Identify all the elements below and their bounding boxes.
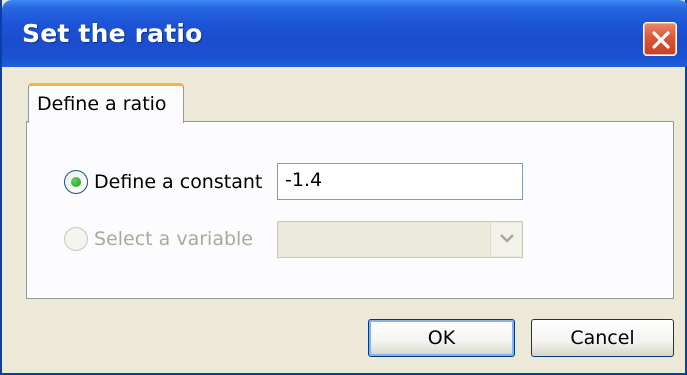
variable-option[interactable]: Select a variable [64,227,253,251]
tab-label: Define a ratio [37,93,167,115]
dialog-window: Set the ratio Define a ratio Define a co… [0,0,687,375]
constant-label: Define a constant [94,171,263,193]
chevron-down-icon [500,234,514,243]
dropdown-button[interactable] [490,223,521,256]
constant-input[interactable]: -1.4 [277,163,523,200]
dialog-title: Set the ratio [22,19,203,48]
variable-radio[interactable] [64,227,88,251]
variable-label: Select a variable [94,228,253,250]
cancel-button[interactable]: Cancel [531,319,674,357]
tab-panel [26,121,674,299]
variable-select[interactable] [277,221,523,258]
close-button[interactable] [643,22,677,56]
tab-define-ratio[interactable]: Define a ratio [28,83,184,123]
ok-button[interactable]: OK [368,319,515,357]
constant-option[interactable]: Define a constant [64,170,262,194]
close-icon [652,31,670,49]
constant-radio[interactable] [64,170,88,194]
title-bar[interactable]: Set the ratio [2,0,687,67]
